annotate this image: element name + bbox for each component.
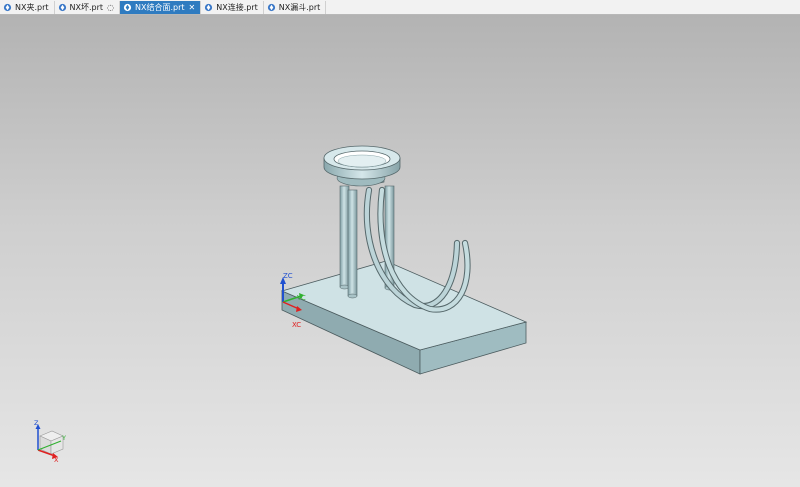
tab-nx-huai[interactable]: NX坏.prt ◌ (55, 0, 121, 14)
front-post-center[interactable] (347, 189, 358, 299)
tab-nx-jia[interactable]: NX夹.prt (0, 0, 55, 14)
tab-label: NX结合面.prt (135, 2, 185, 12)
graphics-window[interactable]: ZC YC XC Z Y X (0, 15, 800, 487)
tab-label: NX漏斗.prt (278, 2, 321, 12)
close-icon[interactable]: ✕ (189, 3, 196, 12)
view-triad[interactable]: Z Y X (34, 419, 66, 464)
top-ring[interactable] (323, 145, 401, 187)
part-file-icon (205, 3, 213, 11)
tab-nx-loudou[interactable]: NX漏斗.prt (264, 0, 327, 14)
part-file-icon (3, 3, 12, 11)
zc-label: ZC (283, 272, 293, 280)
tab-label: NX夹.prt (15, 2, 49, 12)
triad-x-label: X (54, 456, 59, 464)
xc-label: XC (292, 321, 301, 329)
model-view: ZC YC XC Z Y X (34, 145, 528, 464)
part-file-icon (267, 3, 275, 11)
yc-label: YC (296, 294, 306, 302)
tab-nx-jiehemian[interactable]: NX结合面.prt ✕ (120, 0, 202, 14)
triad-z-label: Z (34, 419, 39, 427)
modified-icon: ◌ (107, 2, 115, 12)
part-file-icon (123, 3, 132, 11)
part-file-icon (58, 3, 66, 11)
triad-y-label: Y (61, 434, 66, 442)
tab-nx-lianjie[interactable]: NX连接.prt (201, 0, 264, 14)
tab-label: NX连接.prt (216, 2, 258, 12)
tab-label: NX坏.prt (69, 2, 104, 12)
front-post-left[interactable] (339, 185, 350, 290)
base-plate[interactable] (280, 260, 528, 375)
document-tab-bar: NX夹.prt NX坏.prt ◌ NX结合面.prt ✕ NX连接.prt N… (0, 0, 800, 15)
